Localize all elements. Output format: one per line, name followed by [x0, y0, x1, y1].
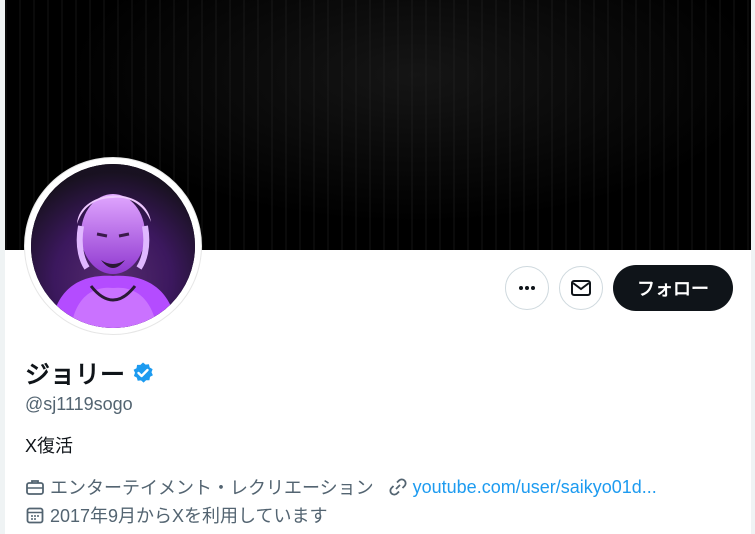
profile-meta-row: エンターテイメント・レクリエーション youtube.com/user/saik… [25, 474, 671, 500]
avatar[interactable] [31, 164, 195, 328]
joined-row: 2017年9月からXを利用しています [25, 502, 342, 528]
ellipsis-icon [517, 278, 537, 298]
message-button[interactable] [559, 266, 603, 310]
joined-label: 2017年9月からXを利用しています [50, 506, 328, 526]
name-row: ジョリー [25, 355, 155, 391]
category-label: エンターテイメント・レクリエーション [50, 478, 374, 498]
category-item: エンターテイメント・レクリエーション [25, 474, 374, 500]
bio: X復活 [25, 436, 74, 456]
website-item: youtube.com/user/saikyo01d... [388, 477, 657, 498]
follow-button[interactable]: フォロー [613, 265, 733, 311]
link-icon [388, 477, 408, 497]
joined-item: 2017年9月からXを利用しています [25, 502, 328, 528]
display-name: ジョリー [25, 361, 126, 389]
briefcase-icon [25, 477, 45, 497]
profile-actions: フォロー [505, 265, 733, 311]
envelope-icon [570, 277, 592, 299]
handle: @sj1119sogo [25, 394, 133, 414]
right-edge [751, 0, 755, 534]
more-button[interactable] [505, 266, 549, 310]
verified-badge-icon[interactable] [131, 361, 155, 385]
website-link[interactable]: youtube.com/user/saikyo01d... [413, 477, 657, 498]
calendar-icon [25, 505, 45, 525]
